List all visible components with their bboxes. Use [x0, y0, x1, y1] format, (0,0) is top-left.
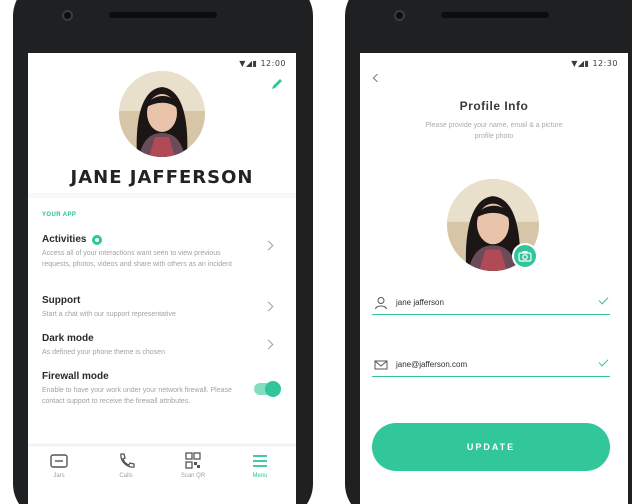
nav-label: Scan QR: [180, 473, 206, 479]
dark-mode-title: Dark mode: [42, 333, 94, 344]
front-camera: [394, 10, 405, 21]
menu-icon: [253, 455, 267, 467]
activities-item[interactable]: Activities Access all of your interactio…: [42, 234, 282, 270]
firewall-mode-description: Enable to have your work under your netw…: [42, 387, 232, 405]
profile-name: JANE JAFFERSON: [70, 167, 254, 188]
support-description: Start a chat with our support representa…: [42, 311, 176, 318]
camera-icon: [518, 251, 532, 262]
nav-item-menu[interactable]: Menu: [235, 452, 285, 479]
profile-screen: ▼◢▮ 12:00 JANE JAFFERSON YOUR APP Activi…: [28, 53, 296, 504]
nav-label: Jars: [53, 473, 65, 479]
phone-icon: [120, 453, 135, 468]
status-bar: ▼◢▮ 12:00: [239, 59, 286, 68]
page-title: Profile Info: [459, 99, 529, 113]
nav-item-jars[interactable]: Jars: [34, 452, 84, 479]
dark-mode-description: As defined your phone theme is chosen: [42, 349, 165, 356]
bottom-nav: Jars Calls Scan QR Menu: [28, 445, 296, 504]
activities-description: Access all of your interactions want see…: [42, 250, 232, 268]
nav-label: Menu: [252, 473, 268, 479]
change-photo-button[interactable]: [512, 243, 538, 269]
earpiece-speaker: [441, 12, 549, 18]
firewall-toggle[interactable]: [254, 381, 281, 397]
edit-pencil-icon[interactable]: [270, 77, 284, 91]
status-time: 12:30: [592, 59, 618, 68]
section-title: YOUR APP: [42, 212, 77, 218]
notification-badge: [92, 234, 103, 245]
name-value: jane jafferson: [396, 298, 444, 307]
front-camera: [62, 10, 73, 21]
status-bar: ▼◢▮ 12:30: [571, 59, 618, 68]
settings-section: YOUR APP Activities Access all of your i…: [28, 198, 296, 443]
firewall-mode-item: Firewall mode Enable to have your work u…: [42, 371, 282, 407]
email-value: jane@jafferson.com: [396, 360, 468, 369]
user-icon: [375, 297, 387, 310]
avatar: [119, 71, 205, 157]
email-field[interactable]: jane@jafferson.com: [372, 355, 610, 377]
check-icon: [598, 356, 609, 367]
status-time: 12:00: [260, 59, 286, 68]
phone-left: ▼◢▮ 12:00 JANE JAFFERSON YOUR APP Activi…: [13, 0, 313, 504]
support-title: Support: [42, 295, 81, 306]
activities-title: Activities: [42, 234, 87, 245]
nav-label: Calls: [119, 473, 133, 479]
check-icon: [598, 294, 609, 305]
mail-icon: [374, 360, 388, 370]
profile-header: ▼◢▮ 12:00 JANE JAFFERSON: [28, 53, 296, 193]
wallet-icon: [50, 454, 68, 468]
back-arrow-icon[interactable]: [372, 73, 382, 83]
earpiece-speaker: [109, 12, 217, 18]
page-subtitle: Please provide your name, email & a pict…: [425, 122, 563, 140]
nav-item-scan-qr[interactable]: Scan QR: [168, 452, 218, 479]
qr-icon: [185, 452, 201, 469]
phone-right: ▼◢▮ 12:30 Profile Info Please provide yo…: [345, 0, 632, 504]
dark-mode-item[interactable]: Dark mode As defined your phone theme is…: [42, 333, 282, 358]
update-button[interactable]: UPDATE: [372, 423, 610, 471]
profile-info-screen: ▼◢▮ 12:30 Profile Info Please provide yo…: [360, 53, 628, 504]
support-item[interactable]: Support Start a chat with our support re…: [42, 295, 282, 320]
firewall-mode-title: Firewall mode: [42, 371, 109, 382]
nav-item-calls[interactable]: Calls: [101, 452, 151, 479]
name-field[interactable]: jane jafferson: [372, 293, 610, 315]
